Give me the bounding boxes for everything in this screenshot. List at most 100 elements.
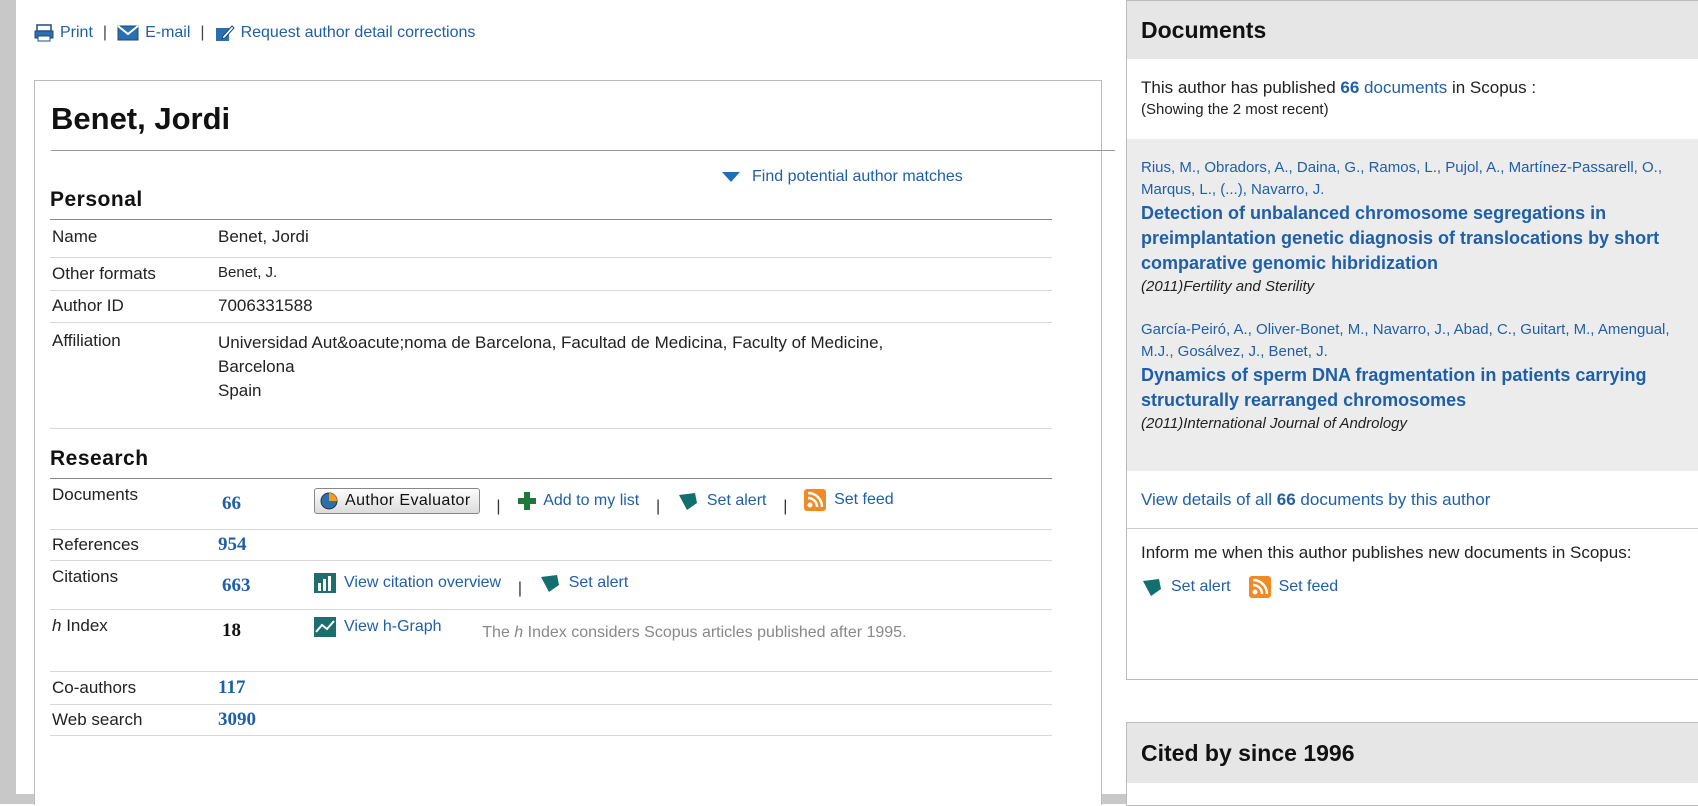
web-search-count-cell: 3090: [218, 704, 314, 736]
table-row: Web search 3090: [50, 704, 1052, 736]
doc-source: (2011)International Journal of Andrology: [1141, 415, 1408, 432]
doc-authors-link[interactable]: García-Peiró, A., Oliver-Bonet, M., Nava…: [1141, 319, 1685, 363]
web-search-count-link[interactable]: 3090: [218, 709, 256, 730]
view-all-documents-row: View details of all 66 documents by this…: [1127, 471, 1698, 529]
rss-icon: [804, 489, 827, 511]
panel-set-feed-link[interactable]: Set feed: [1248, 575, 1338, 599]
alert-bell-icon: [1143, 579, 1161, 596]
view-all-pre: View details of all: [1141, 489, 1277, 509]
documents-count-link[interactable]: 66: [222, 493, 241, 514]
documents-count-link[interactable]: 66 documents: [1340, 78, 1447, 97]
left-frame-bar: [0, 0, 16, 804]
table-row: Documents 66 Author Evaluator | Add to m…: [50, 479, 1052, 530]
rss-icon: [1248, 576, 1271, 598]
citations-set-alert-link[interactable]: Set alert: [539, 573, 628, 593]
add-to-list-link[interactable]: Add to my list: [517, 491, 639, 511]
email-label: E-mail: [145, 24, 191, 41]
set-alert-label: Set alert: [1171, 578, 1231, 595]
citations-count-cell: 663: [218, 560, 314, 610]
table-row: Co-authors 117: [50, 671, 1052, 705]
set-feed-label: Set feed: [834, 491, 894, 508]
view-citation-overview-link[interactable]: View citation overview: [314, 572, 501, 593]
separator: |: [655, 498, 661, 515]
references-key: References: [50, 529, 218, 561]
affiliation-country: Spain: [218, 380, 262, 400]
request-corrections-label: Request author detail corrections: [240, 24, 476, 41]
name-value: Benet, Jordi: [218, 220, 1052, 258]
edit-icon: [215, 25, 235, 41]
h-index-key: h Index: [50, 609, 218, 672]
h-note-italic: h: [514, 623, 524, 641]
intro-post: in Scopus :: [1447, 78, 1537, 97]
affiliation-value: Universidad Aut&oacute;noma de Barcelona…: [218, 322, 1052, 429]
intro-link-text: documents: [1359, 78, 1448, 97]
other-formats-key: Other formats: [50, 257, 218, 291]
citations-count-link[interactable]: 663: [222, 575, 251, 596]
documents-set-alert-link[interactable]: Set alert: [677, 491, 767, 511]
personal-info-table: Name Benet, Jordi Other formats Benet, J…: [50, 220, 1052, 429]
view-all-documents-link[interactable]: View details of all 66 documents by this…: [1141, 490, 1490, 510]
print-label: Print: [60, 24, 93, 41]
author-evaluator-button[interactable]: Author Evaluator: [314, 488, 480, 514]
table-row: References 954: [50, 529, 1052, 561]
author-id-value: 7006331588: [218, 290, 1052, 323]
separator: |: [200, 24, 205, 41]
h-index-count-cell: 18: [218, 609, 314, 672]
citations-actions: View citation overview | Set alert: [314, 560, 1052, 610]
inform-actions: Set alert Set feed: [1141, 575, 1685, 599]
references-count: 954: [218, 533, 247, 555]
intro-count: 66: [1340, 78, 1360, 97]
affiliation-line: Universidad Aut&oacute;noma de Barcelona…: [218, 332, 884, 352]
list-item: García-Peiró, A., Oliver-Bonet, M., Nava…: [1141, 319, 1685, 434]
bar-chart-icon: [314, 572, 336, 593]
doc-authors-link[interactable]: Rius, M., Obradors, A., Daina, G., Ramos…: [1141, 157, 1685, 201]
coauthors-count-cell: 117: [218, 671, 314, 705]
h-index-note: The h Index considers Scopus articles pu…: [482, 624, 906, 641]
coauthors-empty: [314, 671, 1052, 705]
panel-set-alert-link[interactable]: Set alert: [1141, 575, 1231, 599]
documents-intro-line: This author has published 66 documents i…: [1141, 77, 1685, 99]
separator: |: [783, 498, 788, 515]
web-search-key: Web search: [50, 704, 218, 736]
doc-title-link[interactable]: Dynamics of sperm DNA fragmentation in p…: [1141, 363, 1685, 413]
plus-icon: [518, 492, 537, 510]
affiliation-key: Affiliation: [50, 322, 218, 429]
doc-title-link[interactable]: Detection of unbalanced chromosome segre…: [1141, 201, 1685, 276]
coauthors-key: Co-authors: [50, 671, 218, 705]
envelope-icon: [117, 25, 139, 41]
coauthors-count-link[interactable]: 117: [218, 677, 245, 698]
name-key: Name: [50, 220, 218, 258]
title-divider: [51, 150, 1115, 151]
documents-intro: This author has published 66 documents i…: [1127, 59, 1698, 139]
table-row: Other formats Benet, J.: [50, 257, 1052, 291]
email-link[interactable]: E-mail: [117, 24, 190, 42]
add-to-list-label: Add to my list: [543, 492, 640, 509]
table-row: Citations 663 View citation overview | S…: [50, 560, 1052, 610]
documents-panel: Documents This author has published 66 d…: [1126, 0, 1698, 680]
h-index-actions: View h-Graph The h Index considers Scopu…: [314, 609, 1052, 672]
find-matches-label: Find potential author matches: [752, 168, 963, 185]
h-note-post: Index considers Scopus articles publishe…: [523, 623, 907, 641]
references-count-cell: 954: [218, 529, 314, 561]
research-info-table: Documents 66 Author Evaluator | Add to m…: [50, 479, 1052, 736]
separator: |: [102, 24, 108, 41]
print-link[interactable]: Print: [34, 24, 93, 42]
documents-intro-sub: (Showing the 2 most recent): [1141, 101, 1329, 118]
view-h-graph-link[interactable]: View h-Graph: [314, 616, 442, 637]
table-row: h Index 18 View h-Graph The h Index cons…: [50, 609, 1052, 672]
separator: |: [517, 579, 522, 597]
h-index-key-rest: Index: [61, 615, 108, 635]
author-evaluator-label: Author Evaluator: [345, 492, 471, 509]
table-row: Affiliation Universidad Aut&oacute;noma …: [50, 322, 1052, 429]
find-author-matches-link[interactable]: Find potential author matches: [722, 168, 963, 186]
documents-actions: Author Evaluator | Add to my list | Set …: [314, 479, 1052, 530]
documents-set-feed-link[interactable]: Set feed: [804, 489, 894, 511]
view-all-post: documents by this author: [1295, 489, 1491, 509]
view-all-count: 66: [1276, 489, 1296, 509]
cited-by-title: Cited by since 1996: [1127, 723, 1698, 783]
request-corrections-link[interactable]: Request author detail corrections: [215, 24, 476, 42]
documents-key: Documents: [50, 479, 218, 530]
web-search-empty: [314, 704, 1052, 736]
set-alert-label: Set alert: [706, 492, 767, 509]
table-row: Author ID 7006331588: [50, 290, 1052, 323]
